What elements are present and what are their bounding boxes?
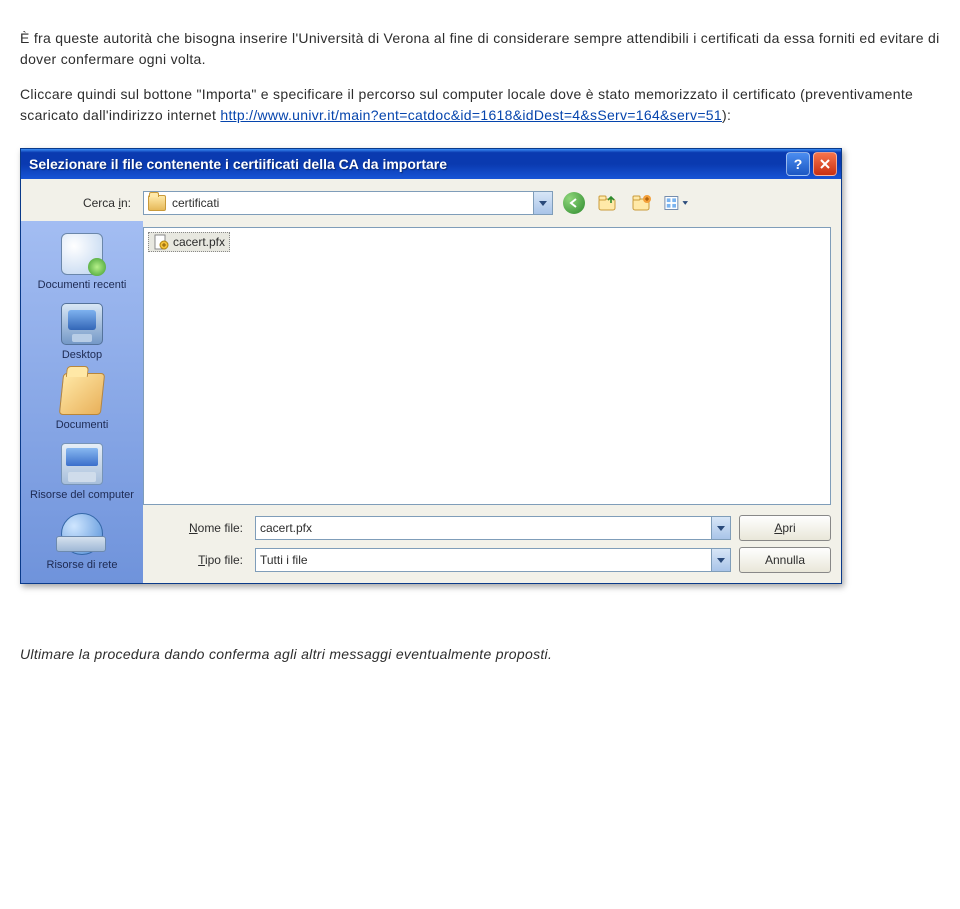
doc-paragraph-1: È fra queste autorità che bisogna inseri… — [20, 28, 940, 70]
folder-up-icon — [598, 194, 618, 212]
place-desktop[interactable]: Desktop — [28, 299, 136, 365]
places-bar: Documenti recenti Desktop Documenti Riso… — [21, 221, 143, 583]
recent-documents-icon — [61, 233, 103, 275]
filetype-label: Tipo file: — [143, 553, 247, 567]
filename-label: Nome file: — [143, 521, 247, 535]
lookin-combo[interactable]: certificati — [143, 191, 553, 215]
back-arrow-icon — [563, 192, 585, 214]
file-item-name: cacert.pfx — [173, 235, 225, 249]
place-recent-label: Documenti recenti — [38, 279, 127, 291]
place-recent-documents[interactable]: Documenti recenti — [28, 229, 136, 295]
doc-paragraph-2b: ): — [722, 107, 731, 123]
lookin-label: Cerca in: — [31, 196, 135, 210]
documents-icon — [59, 373, 105, 415]
dialog-titlebar[interactable]: Selezionare il file contenente i certiif… — [21, 149, 841, 179]
up-one-level-button[interactable] — [595, 190, 621, 216]
dialog-bottom: Nome file: cacert.pfx Apri Tipo file: Tu… — [143, 511, 841, 583]
file-list-area[interactable]: cacert.pfx — [143, 227, 831, 505]
folder-icon — [148, 195, 166, 211]
doc-paragraph-2: Cliccare quindi sul bottone "Importa" e … — [20, 84, 940, 126]
filename-value: cacert.pfx — [260, 521, 312, 535]
filetype-value: Tutti i file — [260, 553, 308, 567]
view-menu-button[interactable] — [663, 190, 689, 216]
chevron-down-icon[interactable] — [711, 517, 730, 539]
dialog-toolbar: Cerca in: certificati — [21, 179, 841, 221]
desktop-icon — [61, 303, 103, 345]
new-folder-button[interactable] — [629, 190, 655, 216]
certificate-file-icon — [153, 234, 169, 250]
dialog-close-button[interactable] — [813, 152, 837, 176]
doc-footer: Ultimare la procedura dando conferma agl… — [20, 644, 940, 665]
network-icon — [61, 513, 103, 555]
place-my-computer[interactable]: Risorse del computer — [28, 439, 136, 505]
dialog-title: Selezionare il file contenente i certiif… — [29, 156, 783, 172]
cert-download-link[interactable]: http://www.univr.it/main?ent=catdoc&id=1… — [220, 107, 722, 123]
lookin-value: certificati — [172, 196, 219, 210]
dialog-help-button[interactable]: ? — [786, 152, 810, 176]
view-icon — [664, 194, 688, 212]
chevron-down-icon[interactable] — [533, 192, 552, 214]
chevron-down-icon[interactable] — [711, 549, 730, 571]
file-open-dialog: Selezionare il file contenente i certiif… — [20, 148, 842, 584]
file-item-cacert[interactable]: cacert.pfx — [148, 232, 230, 252]
back-button[interactable] — [561, 190, 587, 216]
new-folder-icon — [632, 194, 652, 212]
place-network-label: Risorse di rete — [47, 559, 118, 571]
place-documents-label: Documenti — [56, 419, 109, 431]
my-computer-icon — [61, 443, 103, 485]
filetype-combo[interactable]: Tutti i file — [255, 548, 731, 572]
open-button[interactable]: Apri — [739, 515, 831, 541]
filename-field[interactable]: cacert.pfx — [255, 516, 731, 540]
place-computer-label: Risorse del computer — [30, 489, 134, 501]
place-network[interactable]: Risorse di rete — [28, 509, 136, 575]
cancel-button[interactable]: Annulla — [739, 547, 831, 573]
place-documents[interactable]: Documenti — [28, 369, 136, 435]
place-desktop-label: Desktop — [62, 349, 102, 361]
